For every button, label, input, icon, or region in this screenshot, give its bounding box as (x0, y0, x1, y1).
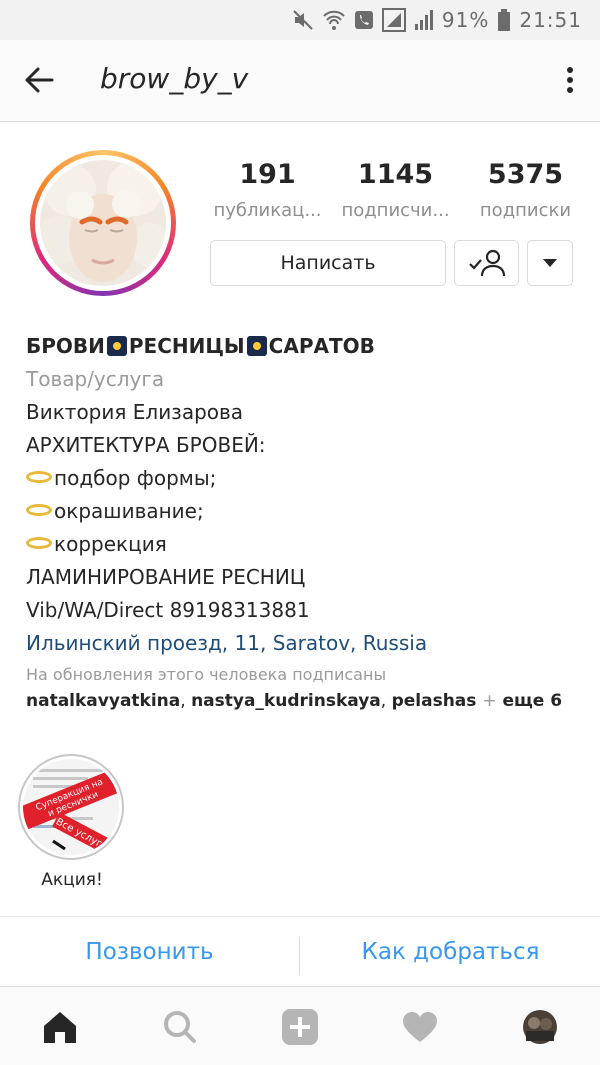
bio-contact: Vib/WA/Direct 89198313881 (26, 598, 310, 622)
following-button[interactable] (454, 240, 519, 286)
page-title: brow_by_v (100, 62, 249, 95)
nav-home[interactable] (40, 1007, 80, 1047)
profile-category: Товар/услуга (26, 367, 165, 391)
contact-actions: Позвонить Как добраться (0, 916, 600, 986)
stat-following-label: подписки (479, 200, 572, 221)
followed-by-list[interactable]: natalkavyatkina, nastya_kudrinskaya, pel… (26, 688, 586, 714)
clock: 21:51 (519, 8, 582, 32)
bio-list-item: подбор формы; (26, 462, 586, 495)
battery-percent: 91% (441, 8, 490, 32)
bio-list-text: подбор формы; (54, 466, 217, 490)
avatar-photo (40, 160, 166, 286)
back-arrow-icon (25, 67, 54, 93)
heart-icon (403, 1012, 437, 1042)
more-vertical-icon (567, 67, 573, 93)
wifi-call-icon (322, 9, 346, 31)
divider (299, 937, 300, 975)
stat-followers[interactable]: 1145 подписчи... (333, 158, 458, 221)
bio-text-line: Виктория Елизарова (26, 400, 244, 424)
stat-posts[interactable]: 191 публикац... (205, 158, 330, 221)
stat-following-count: 5375 (487, 159, 564, 190)
mute-icon (292, 9, 314, 31)
stat-following[interactable]: 5375 подписки (463, 158, 588, 221)
bio-text-line: ЛАМИНИРОВАНИЕ РЕСНИЦ (26, 565, 306, 589)
ring-emoji-icon (26, 471, 52, 483)
story-highlight[interactable]: Суперакция на и реснички Все услуги Акци… (18, 754, 126, 890)
nav-activity[interactable] (400, 1007, 440, 1047)
status-bar: 91% 21:51 (0, 0, 600, 40)
search-icon (164, 1011, 196, 1043)
following-user-icon (468, 249, 505, 277)
stat-followers-label: подписчи... (341, 200, 450, 221)
name-part-city: САРАТОВ (268, 334, 375, 358)
location-link[interactable]: Ильинский проезд, 11, Saratov, Russia (26, 627, 586, 660)
more-options-button[interactable] (558, 62, 582, 98)
nav-profile[interactable] (520, 1007, 560, 1047)
follower-name[interactable]: pelashas (392, 691, 477, 711)
bio-list-item: окрашивание; (26, 495, 586, 528)
night-sky-emoji-icon (106, 336, 127, 356)
stat-followers-count: 1145 (357, 159, 434, 190)
call-button[interactable]: Позвонить (0, 917, 299, 987)
profile-name: БРОВИ РЕСНИЦЫ САРАТОВ (26, 330, 586, 363)
stat-posts-count: 191 (239, 159, 296, 190)
app-header: brow_by_v (0, 40, 600, 122)
add-post-icon (282, 1009, 318, 1045)
profile-bio: БРОВИ РЕСНИЦЫ САРАТОВ Товар/услуга Виктори… (26, 330, 586, 714)
phone-call-icon (354, 9, 374, 31)
ring-emoji-icon (26, 537, 52, 549)
follower-name[interactable]: natalkavyatkina (26, 691, 180, 711)
bio-list-item: коррекция (26, 528, 586, 561)
name-part-lashes: РЕСНИЦЫ (128, 334, 245, 358)
caret-down-icon (543, 259, 557, 267)
highlight-cover: Суперакция на и реснички Все услуги (23, 759, 119, 855)
status-icons: 91% 21:51 (292, 6, 582, 34)
ring-emoji-icon (26, 504, 52, 516)
stat-posts-label: публикац... (213, 200, 322, 221)
nav-new-post[interactable] (280, 1007, 320, 1047)
home-icon (44, 1012, 76, 1043)
name-part-brows: БРОВИ (26, 334, 105, 358)
bio-list-text: коррекция (54, 532, 167, 556)
signal-icon (414, 9, 434, 31)
followed-by-more[interactable]: еще 6 (502, 691, 562, 711)
profile-stats: 191 публикац... 1145 подписчи... 5375 по… (205, 158, 585, 228)
directions-button[interactable]: Как добраться (301, 917, 600, 987)
profile-avatar[interactable] (30, 150, 176, 296)
follower-name[interactable]: nastya_kudrinskaya (191, 691, 381, 711)
profile-avatar-icon (523, 1010, 557, 1044)
followed-by-label: На обновления этого человека подписаны (26, 665, 387, 684)
suggestions-dropdown-button[interactable] (527, 240, 573, 286)
bio-list-text: окрашивание; (54, 499, 204, 523)
message-button[interactable]: Написать (210, 240, 446, 286)
nav-search[interactable] (160, 1007, 200, 1047)
highlight-label: Акция! (41, 870, 103, 890)
signal-box-icon (381, 8, 406, 32)
battery-icon (497, 9, 511, 31)
bio-text-line: АРХИТЕКТУРА БРОВЕЙ: (26, 433, 266, 457)
night-sky-emoji-icon (246, 336, 267, 356)
bottom-nav (0, 986, 600, 1065)
back-button[interactable] (22, 62, 58, 98)
